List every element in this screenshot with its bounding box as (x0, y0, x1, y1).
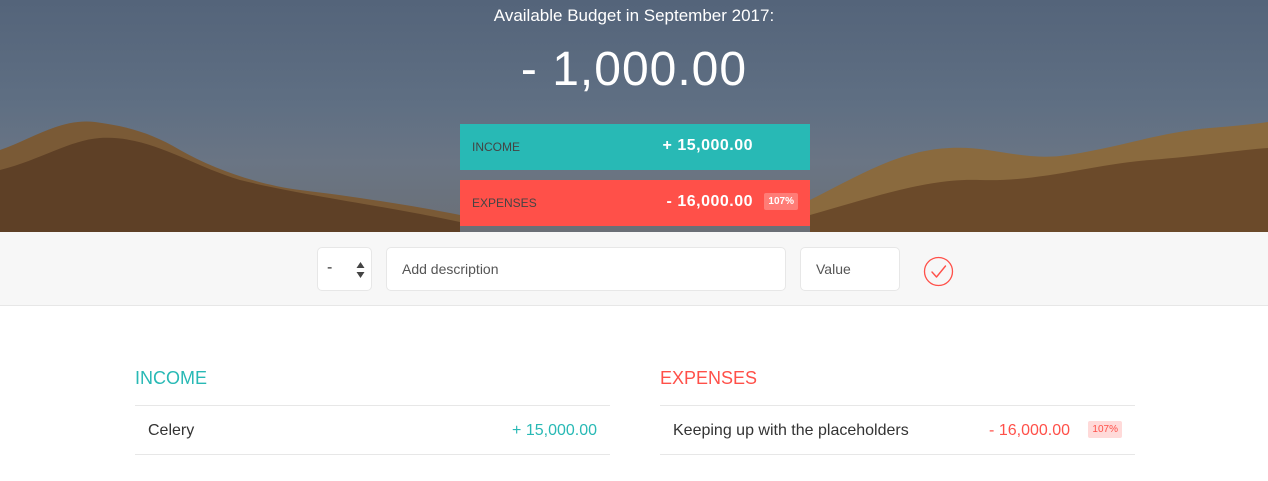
value-input[interactable] (800, 247, 900, 291)
check-circle-icon[interactable] (923, 256, 954, 287)
budget-title: Available Budget in September 2017: (493, 6, 775, 25)
expenses-list-title: Expenses (660, 368, 758, 388)
expenses-summary-value: - 16,000.00 (666, 193, 753, 210)
expense-item-percentage-badge: 107% (1088, 421, 1122, 438)
income-summary-label: Income (472, 140, 520, 154)
available-budget-value: - 1,000.00 (520, 43, 748, 96)
income-summary: Income + 15,000.00 (460, 124, 810, 170)
expenses-summary: Expenses - 16,000.00 107% (460, 180, 810, 226)
income-list-title: Income (135, 368, 207, 388)
income-item-description: Celery (148, 422, 195, 439)
select-arrows-icon (356, 262, 365, 278)
income-list-item[interactable]: Celery + 15,000.00 (135, 405, 610, 455)
type-select[interactable]: - (317, 247, 372, 291)
expenses-percentage-badge: 107% (764, 193, 798, 210)
type-select-value: - (327, 259, 333, 276)
expense-item-value: - 16,000.00 (989, 422, 1070, 439)
description-input[interactable] (386, 247, 786, 291)
budget-header: Available Budget in September 2017: - 1,… (0, 0, 1268, 232)
add-item-bar: - (0, 232, 1268, 306)
income-item-value: + 15,000.00 (512, 422, 597, 439)
expenses-summary-label: Expenses (472, 196, 537, 210)
income-summary-value: + 15,000.00 (662, 137, 753, 154)
expense-item-description: Keeping up with the placeholders (673, 422, 909, 439)
expense-list-item[interactable]: Keeping up with the placeholders - 16,00… (660, 405, 1135, 455)
